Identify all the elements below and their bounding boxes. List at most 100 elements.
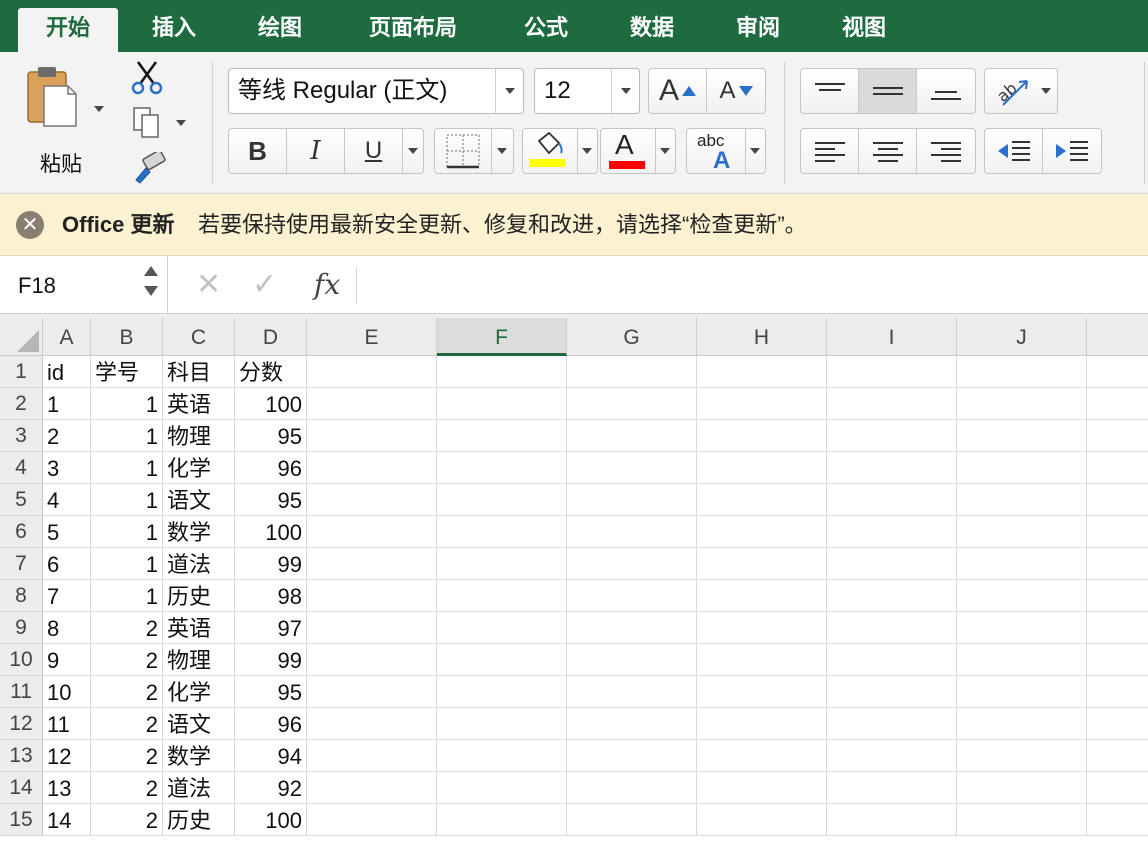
cell[interactable]: 96	[235, 708, 307, 740]
cell[interactable]	[827, 548, 957, 580]
column-header-g[interactable]: G	[567, 318, 697, 356]
row-header[interactable]: 10	[0, 644, 43, 676]
cell[interactable]	[307, 452, 437, 484]
cell[interactable]	[697, 772, 827, 804]
cell[interactable]	[437, 772, 567, 804]
underline-dropdown[interactable]	[403, 129, 423, 173]
cell[interactable]	[437, 740, 567, 772]
cell[interactable]	[567, 388, 697, 420]
row-header[interactable]: 6	[0, 516, 43, 548]
align-middle-button[interactable]	[859, 69, 917, 113]
cell[interactable]	[567, 580, 697, 612]
cell[interactable]: 语文	[163, 484, 235, 516]
tab-insert[interactable]: 插入	[124, 8, 224, 52]
cell[interactable]	[437, 420, 567, 452]
tab-data[interactable]: 数据	[602, 8, 702, 52]
cell[interactable]: 7	[43, 580, 91, 612]
cell[interactable]: 11	[43, 708, 91, 740]
cell[interactable]	[567, 804, 697, 836]
borders-button[interactable]	[434, 128, 514, 174]
cell[interactable]	[1087, 612, 1148, 644]
cell[interactable]: 2	[91, 612, 163, 644]
cell[interactable]: 1	[91, 580, 163, 612]
cell[interactable]	[567, 548, 697, 580]
copy-icon[interactable]	[132, 106, 162, 140]
cell[interactable]	[827, 484, 957, 516]
cell[interactable]	[1087, 452, 1148, 484]
italic-button[interactable]: I	[287, 129, 345, 173]
cell[interactable]: 99	[235, 548, 307, 580]
cell[interactable]: 学号	[91, 356, 163, 388]
cell[interactable]	[567, 676, 697, 708]
tab-draw[interactable]: 绘图	[230, 8, 330, 52]
cell[interactable]: 数学	[163, 516, 235, 548]
column-header-a[interactable]: A	[43, 318, 91, 356]
column-header-d[interactable]: D	[235, 318, 307, 356]
cell[interactable]	[307, 580, 437, 612]
cell[interactable]	[437, 356, 567, 388]
cell[interactable]	[1087, 644, 1148, 676]
cell[interactable]: 语文	[163, 708, 235, 740]
cell[interactable]	[957, 452, 1087, 484]
name-box[interactable]: F18	[0, 256, 168, 313]
cell[interactable]	[307, 516, 437, 548]
cell[interactable]	[697, 420, 827, 452]
column-header-h[interactable]: H	[697, 318, 827, 356]
cell[interactable]: 1	[91, 388, 163, 420]
cell[interactable]: 2	[91, 740, 163, 772]
cell[interactable]	[697, 548, 827, 580]
column-header-j[interactable]: J	[957, 318, 1087, 356]
cell[interactable]: 2	[91, 772, 163, 804]
tab-formulas[interactable]: 公式	[496, 8, 596, 52]
column-header-b[interactable]: B	[91, 318, 163, 356]
cell[interactable]: 4	[43, 484, 91, 516]
fill-color-button[interactable]	[522, 128, 598, 174]
cell[interactable]: 物理	[163, 420, 235, 452]
cell[interactable]	[1087, 388, 1148, 420]
row-header[interactable]: 5	[0, 484, 43, 516]
cell[interactable]: 历史	[163, 804, 235, 836]
cell[interactable]	[307, 388, 437, 420]
cell[interactable]	[567, 740, 697, 772]
tab-view[interactable]: 视图	[814, 8, 914, 52]
cell[interactable]	[1087, 740, 1148, 772]
cell[interactable]	[1087, 548, 1148, 580]
decrease-font-button[interactable]: A	[707, 69, 765, 113]
cell[interactable]	[957, 612, 1087, 644]
cell[interactable]	[697, 708, 827, 740]
row-header[interactable]: 13	[0, 740, 43, 772]
cell[interactable]: 100	[235, 388, 307, 420]
cell[interactable]	[437, 804, 567, 836]
formula-input[interactable]	[372, 264, 1132, 306]
cell[interactable]	[567, 356, 697, 388]
cell[interactable]	[957, 516, 1087, 548]
cell[interactable]	[567, 772, 697, 804]
cell[interactable]	[697, 580, 827, 612]
row-header[interactable]: 3	[0, 420, 43, 452]
align-center-button[interactable]	[859, 129, 917, 173]
cell[interactable]	[827, 580, 957, 612]
cell[interactable]: 2	[91, 676, 163, 708]
cell[interactable]	[307, 772, 437, 804]
cell[interactable]	[827, 772, 957, 804]
cell[interactable]	[697, 676, 827, 708]
cell[interactable]	[437, 484, 567, 516]
cell[interactable]	[827, 740, 957, 772]
row-header[interactable]: 12	[0, 708, 43, 740]
increase-font-button[interactable]: A	[649, 69, 707, 113]
paste-dropdown-icon[interactable]	[94, 106, 104, 112]
cell[interactable]: 1	[91, 452, 163, 484]
cell[interactable]	[697, 740, 827, 772]
cell[interactable]	[307, 420, 437, 452]
cell[interactable]	[567, 612, 697, 644]
cell[interactable]	[307, 356, 437, 388]
cell[interactable]: 2	[91, 708, 163, 740]
decrease-indent-button[interactable]	[985, 129, 1043, 173]
cell[interactable]: 6	[43, 548, 91, 580]
cell[interactable]	[437, 580, 567, 612]
name-box-stepper[interactable]	[143, 264, 159, 304]
cell[interactable]: 2	[91, 804, 163, 836]
bold-button[interactable]: B	[229, 129, 287, 173]
font-name-select[interactable]: 等线 Regular (正文)	[228, 68, 524, 114]
cell[interactable]: 9	[43, 644, 91, 676]
